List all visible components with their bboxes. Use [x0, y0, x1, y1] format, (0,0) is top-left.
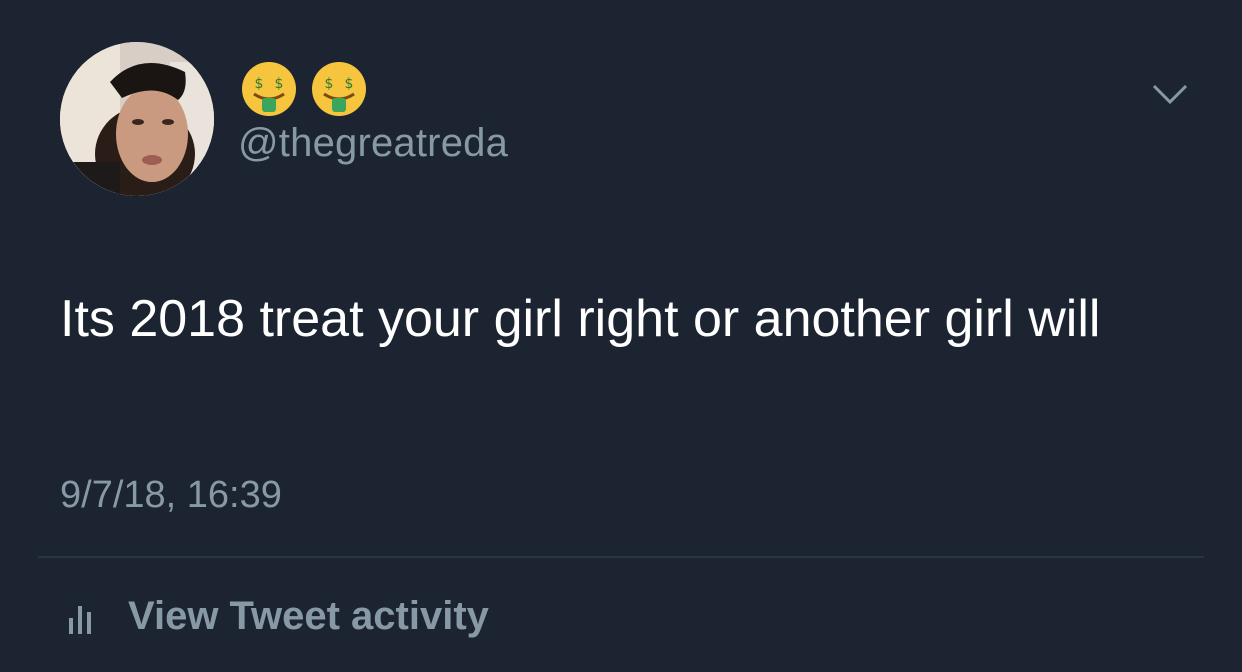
display-name[interactable]: $ $ $ $	[240, 60, 368, 118]
money-mouth-face-icon: $ $	[312, 62, 366, 116]
view-tweet-activity-button[interactable]: View Tweet activity	[66, 594, 489, 639]
svg-text:$: $	[325, 76, 334, 92]
avatar[interactable]	[60, 42, 214, 196]
tweet-text: Its 2018 treat your girl right or anothe…	[60, 290, 1101, 348]
money-mouth-face-icon: $ $	[242, 62, 296, 116]
tweet-card: $ $ $ $ @thegreatreda Its 2018 treat you…	[0, 0, 1242, 672]
svg-text:$: $	[345, 76, 354, 92]
divider	[38, 556, 1204, 558]
view-tweet-activity-label: View Tweet activity	[128, 594, 489, 638]
chevron-down-icon[interactable]	[1150, 80, 1190, 110]
svg-text:$: $	[275, 76, 284, 92]
svg-text:$: $	[255, 76, 264, 92]
tweet-timestamp: 9/7/18, 16:39	[60, 474, 282, 516]
user-handle[interactable]: @thegreatreda	[238, 121, 508, 166]
bar-chart-icon	[69, 605, 91, 634]
